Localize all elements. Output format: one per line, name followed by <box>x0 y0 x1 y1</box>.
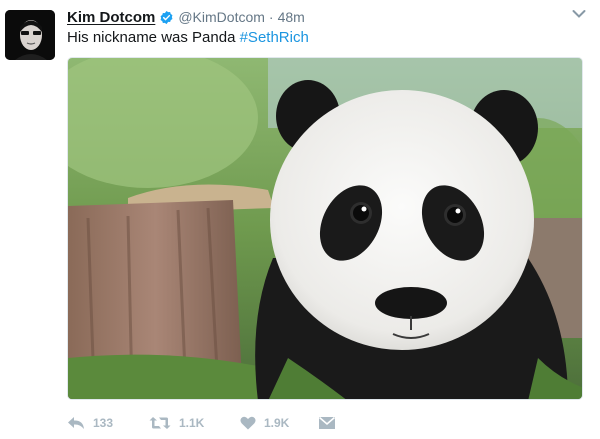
avatar[interactable] <box>5 10 55 60</box>
reply-count: 133 <box>93 416 114 430</box>
header-separator: · <box>268 9 274 25</box>
tweet: Kim Dotcom @KimDotcom · 48m His nickname… <box>0 0 600 439</box>
reply-icon <box>68 417 84 429</box>
tweet-photo[interactable] <box>67 57 583 400</box>
retweet-count: 1.1K <box>179 416 205 430</box>
reply-button[interactable]: 133 <box>67 416 139 430</box>
retweet-button[interactable]: 1.1K <box>149 416 229 430</box>
tweet-header: Kim Dotcom @KimDotcom · 48m <box>67 7 305 27</box>
chevron-down-icon[interactable] <box>572 9 586 19</box>
heart-icon <box>240 416 256 430</box>
panda-photo <box>68 58 582 399</box>
author-handle[interactable]: @KimDotcom <box>178 9 265 25</box>
tweet-actions: 133 1.1K 1.9K <box>67 412 336 434</box>
direct-message-button[interactable] <box>318 416 336 430</box>
tweet-text: His nickname was Panda #SethRich <box>67 29 309 47</box>
tweet-timestamp[interactable]: 48m <box>278 9 305 25</box>
hashtag-link[interactable]: #SethRich <box>240 29 309 46</box>
like-count: 1.9K <box>264 416 290 430</box>
direct-message-icon <box>318 416 336 429</box>
avatar-image <box>5 10 55 60</box>
like-button[interactable]: 1.9K <box>240 416 316 430</box>
author-name[interactable]: Kim Dotcom <box>67 9 155 26</box>
tweet-text-body: His nickname was Panda <box>67 29 240 46</box>
verified-badge-icon <box>160 10 173 24</box>
retweet-icon <box>149 417 171 429</box>
